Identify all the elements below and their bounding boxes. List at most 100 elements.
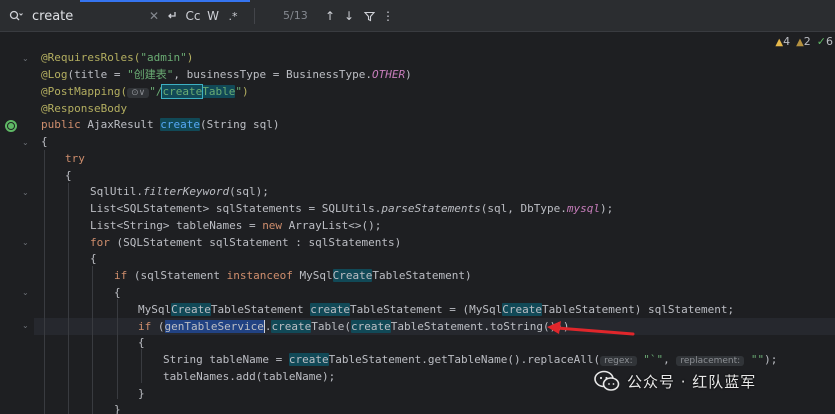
code-token: MySql	[292, 269, 333, 282]
code-line: {	[90, 252, 97, 265]
search-match: Create	[502, 303, 543, 316]
code-token: );	[599, 202, 614, 215]
inspections-widget[interactable]: ▲4 ▲2 ✓6	[775, 35, 833, 48]
search-history-icon[interactable]	[8, 7, 24, 25]
more-options-icon[interactable]: ⋮	[382, 7, 394, 25]
code-token: parseStatements	[381, 202, 481, 215]
next-occurrence-icon[interactable]: ↓	[343, 7, 355, 25]
editor-gutter: ⌄ ⌄ ⌄ ⌄ ⌄ ⌄	[0, 33, 34, 414]
words-button[interactable]: W	[207, 7, 219, 25]
fold-marker-icon[interactable]: ⌄	[22, 139, 30, 147]
code-token: )	[405, 68, 412, 81]
search-match: create	[288, 353, 329, 366]
parameter-hint: regex:	[600, 356, 637, 366]
code-token: if	[138, 320, 152, 333]
search-match: Create	[332, 269, 373, 282]
code-line: MySqlCreateTableStatement createTableSta…	[138, 302, 734, 318]
code-line: {	[65, 169, 72, 182]
code-token: try	[65, 152, 85, 165]
code-line: if (sqlStatement instanceof MySqlCreateT…	[114, 268, 472, 284]
code-token: mysql	[566, 202, 600, 215]
code-token: (	[151, 320, 165, 333]
code-token: "/	[149, 85, 163, 98]
code-token: List<SQLStatement> sqlStatements = SQLUt…	[90, 202, 382, 215]
search-match: create	[160, 118, 200, 131]
code-token: TableStatement.getTableName().replaceAll…	[328, 353, 601, 366]
indent-guide	[141, 349, 142, 383]
new-line-icon[interactable]	[164, 7, 180, 25]
code-token: , businessType = BusinessType.	[173, 68, 373, 81]
code-line: List<SQLStatement> sqlStatements = SQLUt…	[90, 201, 613, 217]
code-line: String tableName = createTableStatement.…	[163, 352, 777, 368]
code-token: "创建表"	[127, 68, 174, 81]
code-line: }	[138, 387, 145, 400]
filter-icon[interactable]	[362, 7, 376, 25]
previous-occurrence-icon[interactable]: ↑	[324, 7, 336, 25]
code-token: )	[241, 85, 249, 98]
code-line: {	[138, 336, 145, 349]
editor-tab-accent	[80, 0, 250, 2]
fold-marker-icon[interactable]: ⌄	[22, 239, 30, 247]
url-inlay-hint[interactable]: ⊙∨	[127, 88, 150, 98]
code-token: String tableName =	[163, 353, 289, 366]
code-token: (sql, DbType.	[480, 202, 567, 215]
watermark: 公众号 · 红队蓝军	[594, 369, 756, 393]
find-bar: ✕ Cc W .* 5/13 ↑ ↓ ⋮	[0, 0, 835, 32]
code-token: filterKeyword	[142, 185, 230, 198]
code-line: tableNames.add(tableName);	[163, 370, 336, 383]
match-case-button[interactable]: Cc	[185, 7, 201, 25]
parameter-hint: replacement:	[676, 356, 745, 366]
code-token: MySql	[138, 303, 172, 316]
code-token: ""	[750, 353, 765, 366]
watermark-text: 公众号 · 红队蓝军	[627, 372, 757, 391]
code-token: @PostMapping(	[41, 85, 128, 98]
fold-marker-icon[interactable]: ⌄	[22, 189, 30, 197]
spring-bean-icon[interactable]	[5, 120, 17, 132]
code-token: );	[764, 353, 778, 366]
code-line: @Log(title = "创建表", businessType = Busin…	[41, 67, 412, 83]
code-token: TableStatement	[210, 303, 311, 316]
code-token: for	[90, 236, 110, 249]
code-token: if	[114, 269, 128, 282]
code-token: Table(	[311, 320, 351, 333]
indent-guide	[44, 150, 45, 414]
match-count: 5/13	[283, 9, 308, 22]
code-token: new	[262, 219, 283, 232]
code-token: "admin"	[140, 51, 187, 64]
code-line: {	[41, 135, 48, 148]
search-input[interactable]	[26, 6, 146, 26]
regex-button[interactable]: .*	[226, 7, 240, 25]
code-token: public	[41, 118, 81, 131]
indent-guide	[68, 183, 69, 414]
fold-marker-icon[interactable]: ⌄	[22, 322, 30, 330]
ok-count: 6	[826, 35, 833, 48]
indent-guide	[92, 266, 93, 414]
code-token: Table	[202, 85, 236, 98]
code-line: @PostMapping(⊙∨ "/createTable")	[41, 84, 249, 100]
code-token: TableStatement) sqlStatement;	[542, 303, 735, 316]
code-line: }	[114, 403, 121, 414]
weak-warning-count: 2	[803, 35, 811, 48]
red-arrow-annotation	[547, 321, 635, 336]
fold-marker-icon[interactable]: ⌄	[22, 289, 30, 297]
code-token: AjaxResult	[80, 118, 161, 131]
warning-icon: ▲	[775, 37, 784, 48]
code-token: @Log	[41, 68, 68, 81]
code-token: SqlUtil.	[90, 185, 143, 198]
code-token: TableStatement = (MySql	[349, 303, 503, 316]
code-token: (String sql)	[199, 118, 280, 131]
indent-guide	[117, 299, 118, 399]
code-token: OTHER	[372, 68, 406, 81]
search-match: create	[271, 320, 312, 333]
clear-search-icon[interactable]: ✕	[148, 7, 160, 25]
check-icon: ✓	[816, 35, 826, 48]
wechat-icon	[594, 370, 620, 391]
fold-marker-icon[interactable]: ⌄	[22, 55, 30, 63]
code-line: try	[65, 151, 85, 167]
code-line: if (genTableService.createTable(createTa…	[138, 319, 570, 335]
search-match: Create	[171, 303, 211, 316]
code-token: )	[186, 51, 194, 64]
code-token: ArrayList<>();	[282, 219, 382, 232]
code-token: @RequiresRoles(	[41, 51, 141, 64]
code-line: public AjaxResult create(String sql)	[41, 117, 279, 133]
